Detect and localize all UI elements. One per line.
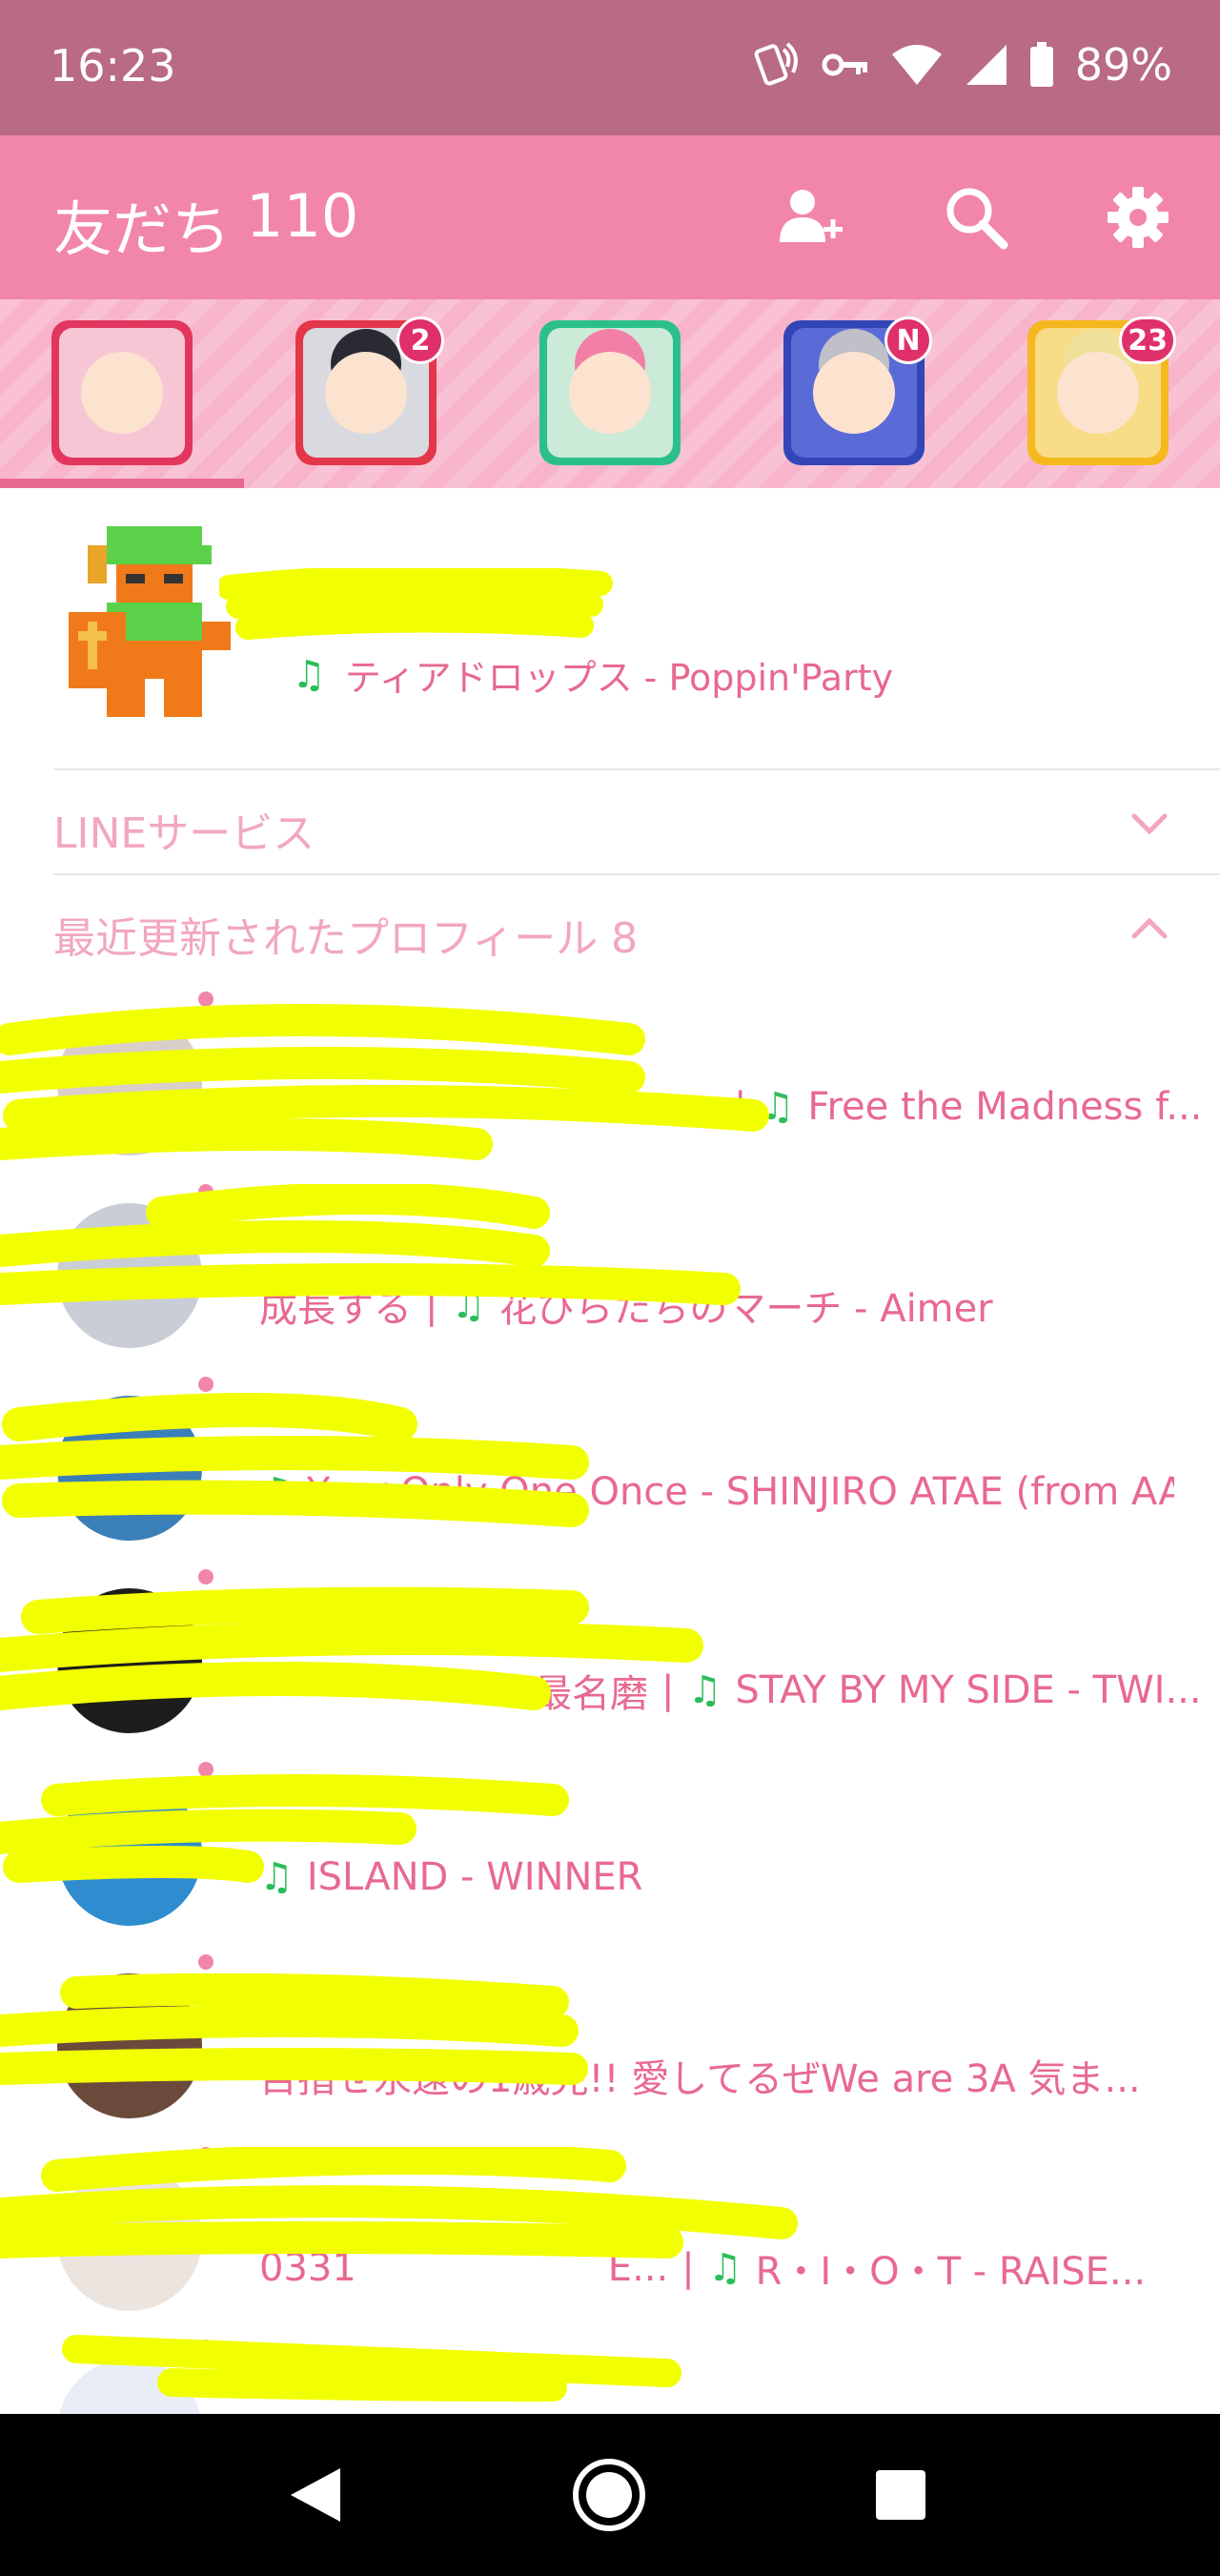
update-dot: [198, 1377, 214, 1392]
friend-status-text: 目指せ永遠の1歳児!! 愛してるぜWe are 3A 気ま...: [259, 2057, 1141, 2101]
update-dot: [198, 1184, 214, 1199]
back-button[interactable]: [273, 2452, 358, 2538]
update-dot: [198, 1954, 214, 1970]
friend-row[interactable]: ♫ Your Only One Once - SHINJIRO ATAE (fr…: [0, 1367, 1220, 1560]
friend-status: ♫ Your Only One Once - SHINJIRO ATAE (fr…: [259, 1470, 1174, 1514]
phone-vibrate-icon: [754, 42, 798, 86]
system-navigation-bar: [0, 2414, 1220, 2576]
update-dot: [198, 2147, 214, 2162]
home-button[interactable]: [566, 2452, 652, 2538]
update-dot: [198, 1569, 214, 1584]
music-note-icon: ♫: [687, 1668, 722, 1712]
battery-icon: [1029, 42, 1053, 87]
avatar: [57, 2166, 202, 2311]
music-note-icon: ♫: [292, 652, 326, 697]
unread-badge: 2: [396, 317, 444, 364]
page-title-label: 友だち: [53, 194, 232, 264]
section-label: LINEサービス: [53, 809, 315, 858]
wifi-icon: [891, 45, 942, 85]
friend-row[interactable]: | ♫ Free the Madness f...: [0, 982, 1220, 1175]
my-song-label: ティアドロップス - Poppin'Party: [344, 657, 894, 699]
update-dot: [198, 2340, 214, 2355]
avatar: [57, 1781, 202, 1926]
app-header: 友だち 110: [0, 135, 1220, 299]
my-profile-row[interactable]: ♫ ティアドロップス - Poppin'Party: [0, 488, 1220, 768]
character-tab-1[interactable]: [51, 320, 193, 465]
status-icons: 89%: [747, 38, 1172, 92]
search-icon: [946, 188, 1008, 250]
friend-song: Your Only One Once - SHINJIRO ATAE (from…: [306, 1470, 1174, 1514]
friend-row[interactable]: 0331 E... | ♫ R・I・O・T - RAISE...: [0, 2137, 1220, 2330]
friend-row[interactable]: 最名磨 | ♫ STAY BY MY SIDE - TWI...: [0, 1560, 1220, 1752]
recents-icon: [876, 2470, 925, 2520]
name-redaction: [219, 568, 613, 640]
signal-icon: [966, 45, 1006, 85]
friend-row[interactable]: 目指せ永遠の1歳児!! 愛してるぜWe are 3A 気ま...: [0, 1945, 1220, 2137]
gear-icon: [1108, 187, 1169, 248]
update-dot: [198, 1762, 214, 1777]
music-note-icon: ♫: [451, 1283, 486, 1327]
settings-button[interactable]: [1098, 177, 1178, 257]
avatar: [57, 1011, 202, 1155]
home-icon: [573, 2459, 645, 2531]
friend-count: 110: [246, 181, 359, 251]
music-note-icon: ♫: [760, 1085, 795, 1129]
selected-tab-indicator: [0, 479, 244, 488]
add-friend-icon: [780, 190, 843, 242]
friend-song: Free the Madness f...: [807, 1085, 1203, 1129]
friend-status: 目指せ永遠の1歳児!! 愛してるぜWe are 3A 気ま...: [259, 2048, 1141, 2103]
avatar: [57, 1588, 202, 1733]
search-button[interactable]: [936, 177, 1016, 257]
character-tab-2[interactable]: 2: [295, 317, 444, 465]
friend-status: | ♫ Free the Madness f...: [734, 1085, 1203, 1129]
character-avatar: [547, 328, 673, 458]
pixel-avatar-icon: [69, 526, 231, 717]
music-note-icon: ♫: [259, 1470, 294, 1514]
character-tab-4[interactable]: N: [783, 317, 932, 465]
line-services-section-header[interactable]: LINEサービス: [0, 774, 1220, 873]
friend-status-text: 最名磨: [534, 1672, 648, 1716]
my-profile-song[interactable]: ♫ ティアドロップス - Poppin'Party: [292, 648, 893, 701]
friend-song: R・I・O・T - RAISE...: [755, 2250, 1147, 2294]
back-icon: [291, 2468, 340, 2522]
avatar: [57, 1973, 202, 2118]
chevron-down-icon: [1131, 813, 1168, 835]
section-label: 最近更新されたプロフィール 8: [53, 914, 639, 963]
vpn-key-icon: [822, 53, 867, 76]
character-tab-3[interactable]: [539, 320, 681, 465]
friend-status: 0331 E... | ♫ R・I・O・T - RAISE...: [259, 2240, 1146, 2296]
recent-profiles-section-header[interactable]: 最近更新されたプロフィール 8: [0, 879, 1220, 978]
clock: 16:23: [50, 40, 176, 92]
divider: [53, 768, 1220, 770]
chevron-up-icon: [1131, 917, 1168, 939]
status-bar: 16:23 89%: [0, 0, 1220, 135]
battery-percent: 89%: [1074, 39, 1172, 91]
friend-status: ♫ ISLAND - WINNER: [259, 1855, 642, 1899]
friend-status-text: 0331: [259, 2246, 356, 2290]
friend-song: ISLAND - WINNER: [306, 1855, 643, 1899]
avatar: [57, 1396, 202, 1541]
recents-button[interactable]: [858, 2452, 944, 2538]
friend-status-text-2: E...: [607, 2246, 669, 2290]
character-avatar: [59, 328, 185, 458]
friend-status: 最名磨 | ♫ STAY BY MY SIDE - TWI...: [534, 1663, 1202, 1718]
friend-status: 成長する | ♫ 花びらたちのマーチ - Aimer: [259, 1278, 993, 1333]
divider: [53, 873, 1220, 875]
friend-song: 花びらたちのマーチ - Aimer: [498, 1287, 993, 1331]
music-note-icon: ♫: [707, 2246, 742, 2290]
friend-row[interactable]: ♫ ISLAND - WINNER: [0, 1752, 1220, 1945]
character-tab-5[interactable]: 23: [1027, 317, 1176, 465]
friend-status-text: 成長する: [259, 1287, 412, 1331]
friend-song: STAY BY MY SIDE - TWI...: [735, 1668, 1202, 1712]
new-badge: N: [884, 317, 932, 364]
character-tab-strip: 2 N 23: [0, 299, 1220, 488]
update-dot: [198, 992, 214, 1007]
add-friend-button[interactable]: [770, 177, 850, 257]
unread-badge: 23: [1119, 317, 1176, 364]
friend-row[interactable]: 成長する | ♫ 花びらたちのマーチ - Aimer: [0, 1175, 1220, 1367]
avatar: [57, 1203, 202, 1348]
music-note-icon: ♫: [259, 1855, 294, 1899]
page-title: 友だち 110: [53, 181, 358, 267]
